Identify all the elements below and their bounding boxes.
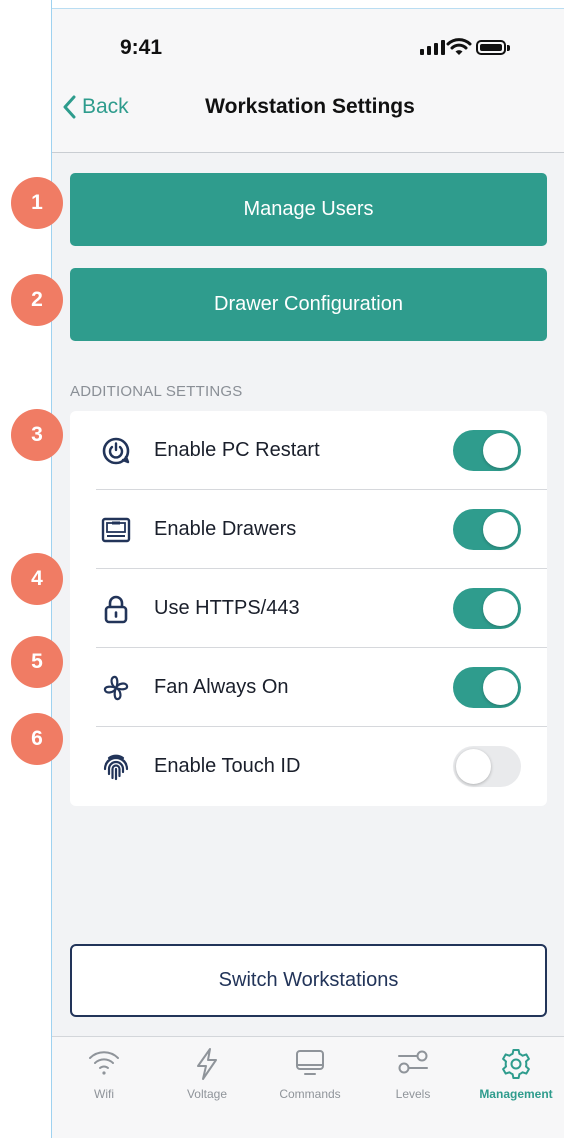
tab-levels[interactable]: Levels [361, 1037, 465, 1137]
header: 9:41 Back Workstation Settings [52, 9, 564, 153]
lightning-icon [155, 1047, 259, 1081]
drawers-toggle[interactable] [453, 509, 521, 550]
switch-workstations-button[interactable]: Switch Workstations [70, 944, 547, 1017]
callout-badge-2: 2 [11, 274, 63, 326]
page-title: Workstation Settings [205, 95, 415, 118]
monitor-icon [258, 1047, 362, 1081]
setting-row-touch-id: Enable Touch ID [70, 727, 547, 806]
tab-label: Levels [395, 1087, 431, 1101]
battery-icon [476, 40, 506, 55]
https-toggle[interactable] [453, 588, 521, 629]
setting-label: Enable Touch ID [154, 755, 301, 777]
tab-label: Wifi [94, 1087, 114, 1101]
toggle-knob [456, 749, 491, 784]
lock-icon [100, 593, 132, 625]
setting-row-fan: Fan Always On [70, 648, 547, 727]
callout-badge-5: 5 [11, 636, 63, 688]
drawer-icon [100, 514, 132, 546]
tab-commands[interactable]: Commands [258, 1037, 362, 1137]
setting-label: Enable PC Restart [154, 439, 320, 461]
status-icons [420, 37, 530, 59]
fan-icon [100, 672, 132, 704]
setting-row-drawers: Enable Drawers [70, 490, 547, 569]
fingerprint-icon [100, 751, 132, 783]
gear-icon [464, 1047, 564, 1081]
tab-label: Commands [279, 1087, 341, 1101]
section-label-additional-settings: ADDITIONAL SETTINGS [70, 383, 243, 400]
status-time: 9:41 [120, 36, 163, 59]
tab-wifi[interactable]: Wifi [52, 1037, 156, 1137]
sliders-icon [361, 1047, 465, 1081]
setting-row-https: Use HTTPS/443 [70, 569, 547, 648]
toggle-knob [483, 433, 518, 468]
tab-management[interactable]: Management [464, 1037, 564, 1137]
tab-label: Management [479, 1087, 553, 1101]
setting-label: Enable Drawers [154, 518, 297, 540]
toggle-knob [483, 670, 518, 705]
callout-badge-1: 1 [11, 177, 63, 229]
setting-label: Fan Always On [154, 676, 289, 698]
callout-badge-3: 3 [11, 409, 63, 461]
toggle-knob [483, 591, 518, 626]
power-restart-icon [100, 435, 132, 467]
battery-cap [507, 45, 510, 51]
callout-badge-4: 4 [11, 553, 63, 605]
wifi-status-icon [446, 38, 472, 55]
manage-users-button[interactable]: Manage Users [70, 173, 547, 246]
wifi-icon [52, 1047, 156, 1081]
fan-toggle[interactable] [453, 667, 521, 708]
callout-badge-6: 6 [11, 713, 63, 765]
additional-settings-card: Enable PC Restart Enable Drawers Use HTT… [70, 411, 547, 806]
tab-label: Voltage [186, 1087, 228, 1101]
touch-id-toggle[interactable] [453, 746, 521, 787]
cellular-signal-icon [420, 40, 445, 55]
setting-label: Use HTTPS/443 [154, 597, 300, 619]
setting-row-pc-restart: Enable PC Restart [70, 411, 547, 490]
tab-voltage[interactable]: Voltage [155, 1037, 259, 1137]
drawer-configuration-button[interactable]: Drawer Configuration [70, 268, 547, 341]
pc-restart-toggle[interactable] [453, 430, 521, 471]
toggle-knob [483, 512, 518, 547]
phone-screen: 9:41 Back Workstation Settings Manage Us… [52, 8, 564, 1138]
tab-bar: Wifi Voltage Commands Levels Management [52, 1036, 564, 1138]
